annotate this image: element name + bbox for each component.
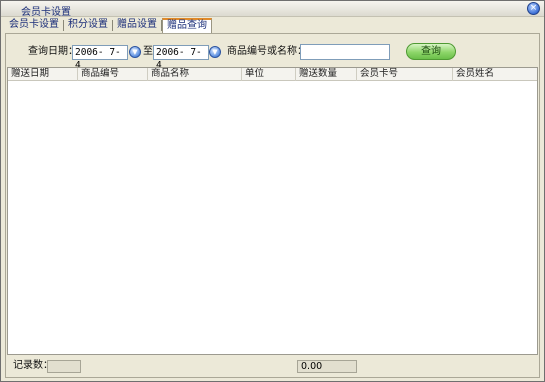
calendar-icon[interactable]: ▼: [129, 46, 141, 58]
window-title: 会员卡设置: [21, 7, 71, 18]
table-header: 赠送日期 商品编号 商品名称 单位 赠送数量 会员卡号 会员姓名: [8, 68, 537, 81]
close-icon[interactable]: ×: [527, 2, 540, 15]
tab-gift-query[interactable]: 赠品查询: [162, 18, 212, 33]
date-to-field[interactable]: 2006- 7- 4: [153, 45, 209, 71]
column-header[interactable]: 商品名称: [148, 68, 242, 81]
column-header[interactable]: 商品编号: [78, 68, 148, 81]
query-button[interactable]: 查询: [406, 43, 456, 60]
column-header[interactable]: 赠送日期: [8, 68, 78, 81]
tab-bar: 会员卡设置 积分设置 赠品设置 赠品查询: [5, 18, 212, 33]
total-value: 0.00: [297, 360, 357, 373]
record-count-value: [47, 360, 81, 373]
product-search-input[interactable]: [300, 44, 390, 60]
tab-points-settings[interactable]: 积分设置: [64, 18, 112, 32]
status-bar: 记录数： 0.00: [7, 358, 538, 375]
column-header[interactable]: 单位: [242, 68, 296, 81]
query-date-label: 查询日期：: [28, 46, 78, 57]
date-to-label: 至: [143, 46, 153, 57]
member-card-settings-window: 会员卡设置 × 会员卡设置 积分设置 赠品设置 赠品查询 查询日期： 2006-…: [0, 0, 545, 382]
calendar-icon[interactable]: ▼: [209, 46, 221, 58]
tab-gift-settings[interactable]: 赠品设置: [113, 18, 161, 32]
gift-records-table[interactable]: 赠送日期 商品编号 商品名称 单位 赠送数量 会员卡号 会员姓名: [7, 67, 538, 355]
tab-member-card-settings[interactable]: 会员卡设置: [5, 18, 63, 32]
column-header[interactable]: 会员卡号: [357, 68, 453, 81]
product-search-label: 商品编号或名称：: [227, 46, 307, 57]
column-header[interactable]: 会员姓名: [453, 68, 537, 81]
gift-query-panel: 查询日期： 2006- 7- 4 ▼ 至 2006- 7- 4 ▼ 商品编号或名…: [5, 33, 540, 378]
title-bar: 会员卡设置 ×: [1, 1, 544, 18]
date-from-field[interactable]: 2006- 7- 4: [72, 45, 128, 71]
column-header[interactable]: 赠送数量: [296, 68, 357, 81]
